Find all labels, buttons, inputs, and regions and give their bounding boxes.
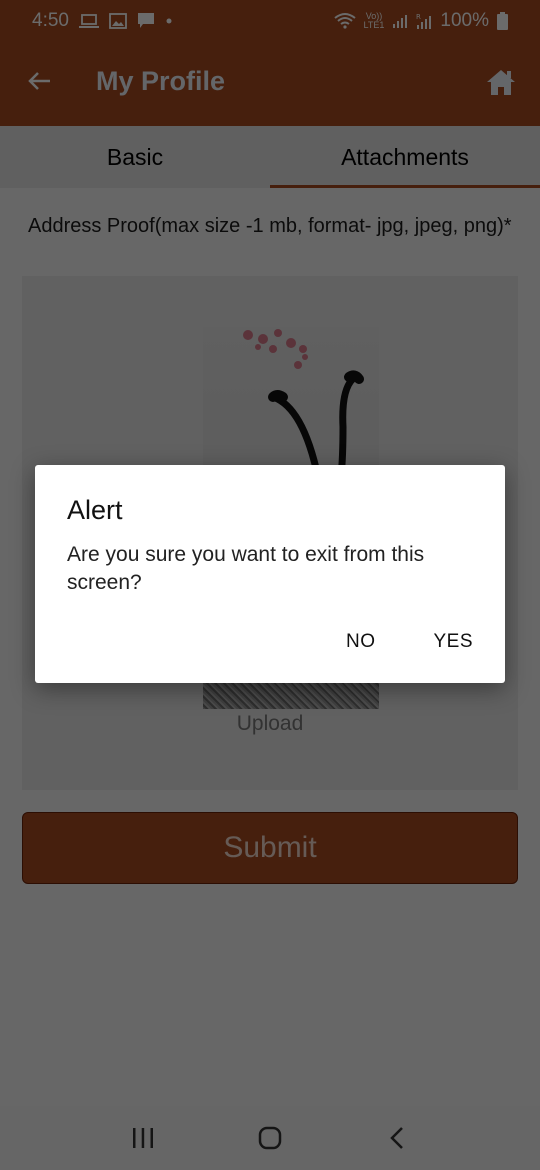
- dialog-actions: NO YES: [346, 631, 473, 653]
- dialog-title: Alert: [67, 495, 123, 525]
- alert-dialog: Alert Are you sure you want to exit from…: [35, 465, 505, 683]
- no-button[interactable]: NO: [346, 631, 376, 653]
- dialog-message: Are you sure you want to exit from this …: [67, 543, 425, 594]
- yes-button[interactable]: YES: [433, 631, 473, 653]
